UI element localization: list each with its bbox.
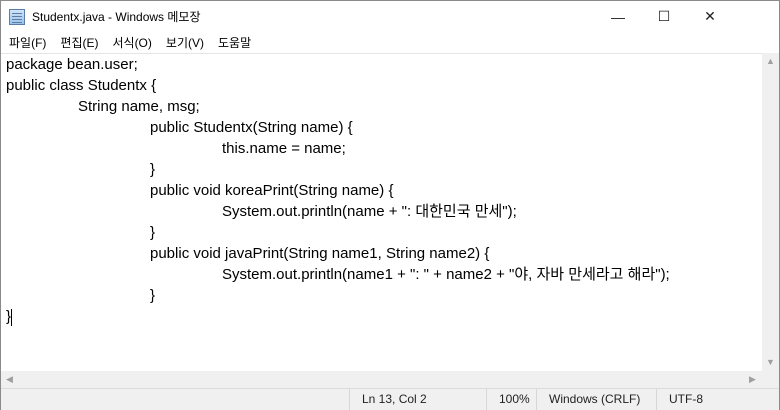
code-line: String name, msg; bbox=[78, 98, 200, 115]
code-line: } bbox=[150, 287, 156, 304]
menu-edit[interactable]: 편집(E) bbox=[53, 34, 105, 51]
scroll-right-icon[interactable]: ▶ bbox=[749, 374, 756, 385]
zoom-level: 100% bbox=[486, 389, 536, 410]
menu-bar: 파일(F) 편집(E) 서식(O) 보기(V) 도움말 bbox=[1, 32, 779, 52]
menu-view[interactable]: 보기(V) bbox=[159, 34, 211, 51]
code-line: public void javaPrint(String name1, Stri… bbox=[150, 245, 490, 262]
menu-file[interactable]: 파일(F) bbox=[1, 34, 53, 51]
scroll-left-icon[interactable]: ◀ bbox=[6, 374, 13, 385]
code-line: package bean.user; bbox=[6, 56, 138, 73]
code-line: System.out.println(name + ": 대한민국 만세"); bbox=[222, 203, 517, 220]
code-line: this.name = name; bbox=[222, 140, 346, 157]
status-bar: Ln 13, Col 2 100% Windows (CRLF) UTF-8 bbox=[1, 388, 779, 410]
code-line: public void koreaPrint(String name) { bbox=[150, 182, 394, 199]
scroll-up-icon[interactable]: ▲ bbox=[766, 56, 775, 66]
code-line: } bbox=[150, 224, 156, 241]
window-title: Studentx.java - Windows 메모장 bbox=[32, 10, 201, 24]
code-line: public class Studentx { bbox=[6, 77, 157, 94]
code-line: public Studentx(String name) { bbox=[150, 119, 353, 136]
cursor-position: Ln 13, Col 2 bbox=[349, 389, 486, 410]
menu-format[interactable]: 서식(O) bbox=[105, 34, 158, 51]
title-bar: Studentx.java - Windows 메모장 — ☐ ✕ bbox=[1, 1, 779, 32]
close-button[interactable]: ✕ bbox=[687, 1, 733, 32]
scroll-down-icon[interactable]: ▼ bbox=[766, 357, 775, 367]
menu-help[interactable]: 도움말 bbox=[211, 34, 258, 51]
maximize-button[interactable]: ☐ bbox=[641, 1, 687, 32]
text-editor[interactable]: package bean.user; public class Studentx … bbox=[1, 53, 762, 371]
line-ending: Windows (CRLF) bbox=[536, 389, 656, 410]
text-caret bbox=[11, 308, 13, 326]
code-line: System.out.println(name1 + ": " + name2 … bbox=[222, 266, 670, 283]
code-line: } bbox=[6, 308, 13, 326]
horizontal-scrollbar[interactable]: ◀ ▶ bbox=[1, 371, 779, 388]
minimize-button[interactable]: — bbox=[595, 1, 641, 32]
encoding: UTF-8 bbox=[656, 389, 779, 410]
notepad-icon bbox=[9, 8, 25, 25]
vertical-scrollbar[interactable]: ▲ ▼ bbox=[762, 53, 779, 371]
code-line: } bbox=[150, 161, 156, 178]
